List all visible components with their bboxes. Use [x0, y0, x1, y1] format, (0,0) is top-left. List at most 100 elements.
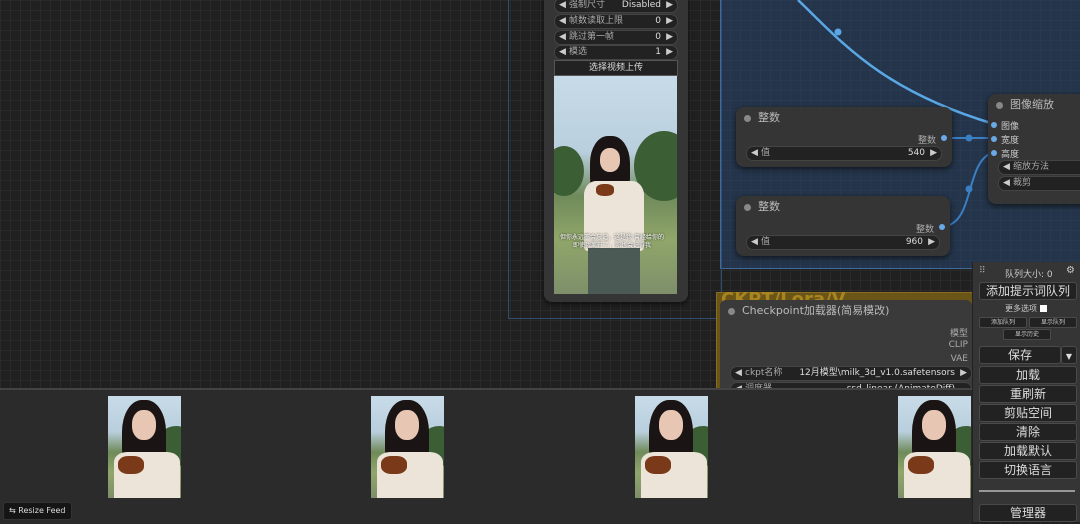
force-size-widget[interactable]: ◀ 强制尺寸 Disabled ▶: [554, 0, 678, 13]
arrow-right-icon[interactable]: ▶: [666, 46, 673, 59]
output-label-model: 模型: [949, 329, 968, 339]
widget-value: 1: [655, 47, 661, 57]
arrow-left-icon[interactable]: ◀: [559, 31, 566, 44]
more-options-row[interactable]: 更多选项: [1005, 303, 1047, 314]
face-shape: [395, 410, 419, 440]
manager-button[interactable]: 管理器: [979, 504, 1077, 522]
output-label-clip: CLIP: [948, 340, 968, 350]
select-nth-widget[interactable]: ◀ 模选 1 ▶: [554, 45, 678, 60]
arrow-left-icon[interactable]: ◀: [735, 367, 742, 380]
feed-thumbnail[interactable]: [635, 396, 708, 498]
subtitle-line: 即使我离开了，你也会记得我: [572, 242, 651, 249]
upload-video-button[interactable]: 选择视频上传: [554, 60, 678, 76]
widget-label: 帧数读取上限: [569, 16, 624, 26]
integer-node-width[interactable]: 整数 整数 ◀ 值 540 ▶: [736, 107, 952, 167]
node-title[interactable]: 整数: [736, 196, 950, 218]
save-dropdown-button[interactable]: ▼: [1061, 346, 1077, 364]
violin-shape: [908, 456, 934, 474]
face-shape: [659, 410, 683, 440]
queue-prompt-button[interactable]: 添加提示词队列: [979, 282, 1077, 300]
node-title[interactable]: 整数: [736, 107, 952, 129]
input-label: 宽度: [1001, 136, 1020, 146]
image-feed: ⇆ Resize Feed: [0, 388, 972, 524]
output-label: 整数: [917, 136, 936, 146]
output-label-vae: VAE: [950, 354, 968, 364]
violin-shape: [645, 456, 671, 474]
arrow-right-icon[interactable]: ▶: [666, 0, 673, 12]
video-preview-image: 但你永远不会忘记，这是我 曾经给你的 即使我离开了，你也会记得我: [554, 76, 677, 294]
node-title[interactable]: Checkpoint加载器(简易模改): [720, 300, 972, 322]
collapse-dot-icon[interactable]: [728, 308, 735, 315]
arrow-left-icon[interactable]: ◀: [751, 236, 758, 249]
feed-thumbnail[interactable]: [898, 396, 971, 498]
save-button[interactable]: 保存: [979, 346, 1061, 364]
more-options-checkbox[interactable]: [1039, 305, 1047, 312]
feed-thumbnail[interactable]: [108, 396, 181, 498]
arrow-left-icon[interactable]: ◀: [559, 0, 566, 12]
widget-value: 12月模型\milk_3d_v1.0.safetensors: [799, 368, 955, 378]
view-queue-small-button[interactable]: 显示队列: [1029, 317, 1077, 328]
clear-button[interactable]: 清除: [979, 423, 1077, 441]
scale-method-widget[interactable]: ◀ 缩放方法: [998, 160, 1080, 175]
input-label: 高度: [1001, 150, 1020, 160]
resize-feed-label: Resize Feed: [18, 506, 66, 515]
node-title[interactable]: 图像缩放: [988, 94, 1080, 116]
integer-node-height[interactable]: 整数 整数 ◀ 值 960 ▶: [736, 196, 950, 256]
switch-language-button[interactable]: 切换语言: [979, 461, 1077, 479]
node-title-text: 整数: [758, 111, 780, 124]
input-socket-image[interactable]: [991, 122, 997, 128]
resize-feed-button[interactable]: ⇆ Resize Feed: [3, 502, 72, 520]
load-default-button[interactable]: 加载默认: [979, 442, 1077, 460]
input-socket-width[interactable]: [991, 136, 997, 142]
violin-shape: [596, 184, 614, 196]
arrow-right-icon[interactable]: ▶: [666, 31, 673, 44]
clipspace-button[interactable]: 剪贴空间: [979, 404, 1077, 422]
more-options-label: 更多选项: [1005, 304, 1037, 313]
skip-first-widget[interactable]: ◀ 跳过第一帧 0 ▶: [554, 30, 678, 45]
arrow-left-icon[interactable]: ◀: [559, 15, 566, 28]
collapse-dot-icon[interactable]: [996, 102, 1003, 109]
arrow-left-icon[interactable]: ◀: [751, 147, 758, 160]
skirt-shape: [588, 248, 640, 294]
arrow-left-icon[interactable]: ◀: [1003, 161, 1010, 174]
face-shape: [600, 148, 620, 172]
arrow-right-icon[interactable]: ▶: [960, 367, 967, 380]
widget-label: 值: [761, 148, 771, 158]
queue-panel: ⠿ 队列大小: 0 ⚙ 添加提示词队列 更多选项 添加队列 显示队列 显示历史 …: [972, 262, 1080, 522]
frame-cap-widget[interactable]: ◀ 帧数读取上限 0 ▶: [554, 14, 678, 29]
subtitle-line: 但你永远不会忘记，这是我 曾经给你的: [560, 234, 664, 241]
ckpt-name-widget[interactable]: ◀ ckpt名称 12月模型\milk_3d_v1.0.safetensors …: [730, 366, 972, 381]
arrow-right-icon[interactable]: ▶: [928, 236, 935, 249]
add-queue-small-button[interactable]: 添加队列: [979, 317, 1027, 328]
widget-label: 值: [761, 237, 771, 247]
arrow-left-icon[interactable]: ◀: [1003, 177, 1010, 190]
checkpoint-loader-node[interactable]: Checkpoint加载器(简易模改) 模型 CLIP VAE ◀ ckpt名称…: [720, 300, 972, 397]
value-widget[interactable]: ◀ 值 960 ▶: [746, 235, 940, 250]
output-socket[interactable]: [939, 224, 945, 230]
arrow-left-icon[interactable]: ◀: [559, 46, 566, 59]
violin-shape: [118, 456, 144, 474]
arrow-right-icon[interactable]: ▶: [930, 147, 937, 160]
panel-divider: [979, 490, 1075, 492]
node-title-text: Checkpoint加载器(简易模改): [742, 304, 890, 317]
widget-value: 0: [655, 32, 661, 42]
feed-thumbnail[interactable]: [371, 396, 444, 498]
view-history-small-button[interactable]: 显示历史: [1003, 329, 1051, 340]
refresh-button[interactable]: 重刷新: [979, 385, 1077, 403]
load-button[interactable]: 加载: [979, 366, 1077, 384]
image-scale-node[interactable]: 图像缩放 图像 宽度 高度 ◀ 缩放方法 ◀ 裁剪: [988, 94, 1080, 204]
output-socket[interactable]: [941, 135, 947, 141]
value-widget[interactable]: ◀ 值 540 ▶: [746, 146, 942, 161]
drag-handle-icon[interactable]: ⠿: [979, 266, 986, 276]
input-socket-height[interactable]: [991, 150, 997, 156]
widget-label: 强制尺寸: [569, 0, 606, 10]
collapse-dot-icon[interactable]: [744, 115, 751, 122]
chevron-down-icon: ▼: [1065, 352, 1073, 361]
video-load-node[interactable]: ◀ 强制尺寸 Disabled ▶ ◀ 帧数读取上限 0 ▶ ◀ 跳过第一帧 0…: [544, 0, 688, 302]
crop-widget[interactable]: ◀ 裁剪: [998, 176, 1080, 191]
widget-label: 缩放方法: [1013, 162, 1050, 172]
widget-value: 0: [655, 16, 661, 26]
arrow-right-icon[interactable]: ▶: [666, 15, 673, 28]
collapse-dot-icon[interactable]: [744, 204, 751, 211]
gear-icon[interactable]: ⚙: [1066, 265, 1075, 276]
